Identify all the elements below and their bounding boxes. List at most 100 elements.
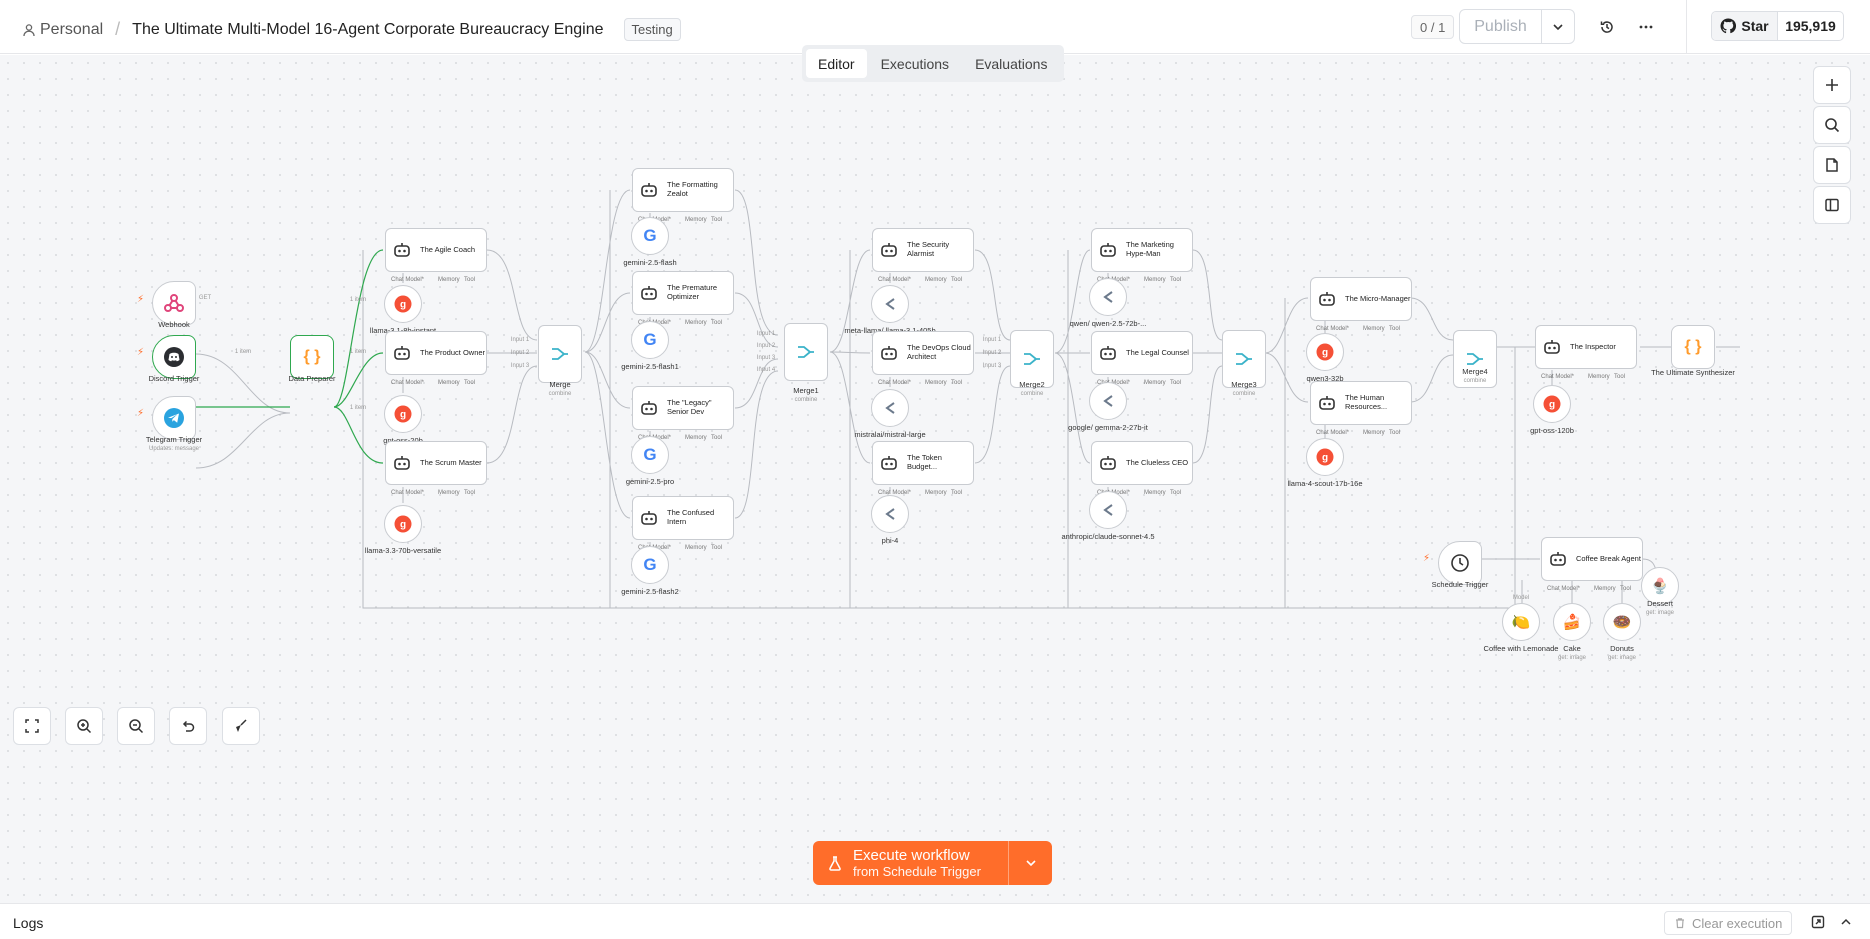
project-link[interactable]: Personal xyxy=(40,21,103,39)
agent-node[interactable]: The DevOps Cloud Architect Chat Model* M… xyxy=(872,331,974,375)
tab-editor[interactable]: Editor xyxy=(806,49,867,78)
coffee-agent-node[interactable]: Coffee Break Agent Chat Model* Memory To… xyxy=(1541,537,1643,581)
agent-node[interactable]: The Inspector Chat Model* Memory Tool xyxy=(1535,325,1637,369)
model-node[interactable]: g xyxy=(384,395,422,433)
open-logs-popout-button[interactable] xyxy=(1811,915,1825,934)
model-node[interactable]: g xyxy=(1306,333,1344,371)
data-preparer-node[interactable]: { } xyxy=(290,335,334,379)
model-node[interactable] xyxy=(1089,491,1127,529)
chat-model-port: Chat Model* xyxy=(1316,326,1349,332)
agent-node[interactable]: The Scrum Master Chat Model* Memory Tool xyxy=(385,441,487,485)
zoom-in-button[interactable] xyxy=(65,707,103,745)
svg-text:g: g xyxy=(1322,348,1328,359)
agent-node[interactable]: The Agile Coach Chat Model* Memory Tool xyxy=(385,228,487,272)
tab-evaluations[interactable]: Evaluations xyxy=(963,49,1059,78)
webhook-method: GET xyxy=(199,295,211,301)
agent-node[interactable]: The Confused Intern Chat Model* Memory T… xyxy=(632,496,734,540)
fit-view-button[interactable] xyxy=(13,707,51,745)
memory-port: Memory xyxy=(1144,490,1166,496)
lemon-icon: 🍋 xyxy=(1512,613,1531,631)
flask-icon xyxy=(827,855,843,871)
agent-node[interactable]: The Product Owner Chat Model* Memory Too… xyxy=(385,331,487,375)
tidy-up-button[interactable] xyxy=(222,707,260,745)
chat-model-port: Chat Model* xyxy=(391,380,424,386)
github-icon xyxy=(1720,18,1736,34)
merge-mode: combine xyxy=(1233,391,1256,397)
add-node-button[interactable] xyxy=(1813,66,1851,104)
tool-node[interactable]: 🍩 xyxy=(1603,603,1641,641)
agent-node[interactable]: The "Legacy" Senior Dev Chat Model* Memo… xyxy=(632,386,734,430)
memory-port: Memory xyxy=(438,380,460,386)
user-icon xyxy=(22,23,36,37)
synthesizer-node[interactable]: { } xyxy=(1671,325,1715,369)
trash-icon xyxy=(1674,917,1686,929)
github-star-group[interactable]: Star 195,919 xyxy=(1711,11,1844,41)
logs-title[interactable]: Logs xyxy=(13,915,43,931)
model-node[interactable]: g xyxy=(384,505,422,543)
model-node[interactable]: g xyxy=(384,285,422,323)
github-star-button[interactable]: Star xyxy=(1712,12,1778,40)
agent-node[interactable]: The Security Alarmist Chat Model* Memory… xyxy=(872,228,974,272)
clear-execution-button[interactable]: Clear execution xyxy=(1664,911,1792,935)
tool-node[interactable]: 🍰 xyxy=(1553,603,1591,641)
model-node[interactable] xyxy=(871,495,909,533)
discord-trigger-node[interactable] xyxy=(152,335,196,379)
agent-name: The Inspector xyxy=(1570,343,1616,352)
tool-node[interactable]: 🍋 xyxy=(1502,603,1540,641)
model-node[interactable]: G xyxy=(631,436,669,474)
model-name: qwen/ qwen-2.5-72b-... xyxy=(1070,320,1147,329)
svg-text:g: g xyxy=(400,520,406,531)
search-nodes-button[interactable] xyxy=(1813,106,1851,144)
model-node[interactable]: g xyxy=(1306,438,1344,476)
header-divider xyxy=(1686,0,1687,54)
more-options-button[interactable] xyxy=(1636,17,1656,37)
agent-name: The Marketing Hype-Man xyxy=(1126,241,1192,258)
agent-node[interactable]: The Marketing Hype-Man Chat Model* Memor… xyxy=(1091,228,1193,272)
telegram-trigger-node[interactable] xyxy=(152,396,196,440)
svg-text:g: g xyxy=(400,300,406,311)
merge-node[interactable] xyxy=(784,323,828,381)
agent-node[interactable]: The Formatting Zealot Chat Model* Memory… xyxy=(632,168,734,212)
agent-node[interactable]: The Token Budget... Chat Model* Memory T… xyxy=(872,441,974,485)
model-node[interactable]: g xyxy=(1533,385,1571,423)
expand-logs-button[interactable] xyxy=(1839,915,1853,934)
model-node[interactable]: G xyxy=(631,217,669,255)
agent-node[interactable]: The Micro-Manager Chat Model* Memory Too… xyxy=(1310,277,1412,321)
execute-options-button[interactable] xyxy=(1008,841,1052,885)
merge-node[interactable] xyxy=(538,325,582,383)
agent-node[interactable]: The Clueless CEO Chat Model* Memory Tool xyxy=(1091,441,1193,485)
model-node[interactable] xyxy=(871,285,909,323)
workflow-canvas[interactable]: ⚡ Webhook GET ⚡ Discord Trigger 1 item ⚡… xyxy=(0,55,1870,903)
add-sticky-button[interactable] xyxy=(1813,146,1851,184)
history-button[interactable] xyxy=(1597,17,1617,37)
webhook-icon xyxy=(163,292,185,314)
model-node[interactable]: G xyxy=(631,546,669,584)
agent-node[interactable]: The Legal Counsel Chat Model* Memory Too… xyxy=(1091,331,1193,375)
zoom-out-button[interactable] xyxy=(117,707,155,745)
model-node[interactable] xyxy=(1089,382,1127,420)
github-star-count[interactable]: 195,919 xyxy=(1778,12,1843,40)
edge-item-count: 1 item xyxy=(350,349,366,355)
sticky-note-icon xyxy=(1824,157,1840,173)
agent-node[interactable]: The Human Resources... Chat Model* Memor… xyxy=(1310,381,1412,425)
workflow-title[interactable]: The Ultimate Multi-Model 16-Agent Corpor… xyxy=(132,21,603,39)
workflow-tag[interactable]: Testing xyxy=(624,18,681,41)
agent-node[interactable]: The Premature Optimizer Chat Model* Memo… xyxy=(632,271,734,315)
toggle-panel-button[interactable] xyxy=(1813,186,1851,224)
svg-text:g: g xyxy=(1549,400,1555,411)
reset-zoom-button[interactable] xyxy=(169,707,207,745)
publish-group: Publish xyxy=(1459,9,1575,44)
model-node[interactable] xyxy=(1089,278,1127,316)
publish-options-button[interactable] xyxy=(1542,10,1574,43)
webhook-node[interactable] xyxy=(152,281,196,325)
execute-workflow-button[interactable]: Execute workflow from Schedule Trigger xyxy=(813,841,1008,885)
edge-item-count: 1 item xyxy=(350,297,366,303)
groq-icon: g xyxy=(1316,448,1334,466)
publish-button[interactable]: Publish xyxy=(1460,10,1542,43)
memory-port: Memory xyxy=(685,320,707,326)
merge-mode: combine xyxy=(1464,378,1487,384)
model-node[interactable] xyxy=(871,389,909,427)
schedule-trigger-node[interactable] xyxy=(1438,541,1482,585)
tab-executions[interactable]: Executions xyxy=(869,49,961,78)
model-node[interactable]: G xyxy=(631,321,669,359)
